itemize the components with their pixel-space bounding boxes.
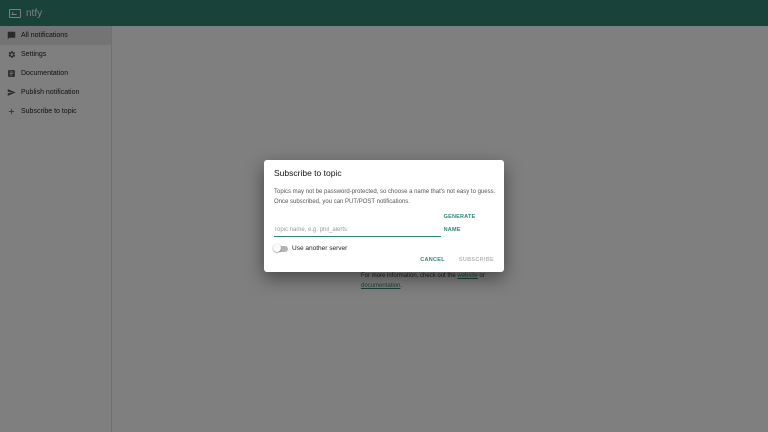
subscribe-button[interactable]: SUBSCRIBE	[459, 257, 494, 263]
another-server-toggle[interactable]	[273, 244, 288, 252]
cancel-button[interactable]: CANCEL	[420, 257, 445, 263]
another-server-row: Use another server	[273, 244, 494, 252]
generate-name-button[interactable]: GENERATE NAME	[444, 211, 494, 237]
toggle-knob	[273, 244, 281, 252]
another-server-label: Use another server	[292, 245, 348, 252]
dialog-title: Subscribe to topic	[274, 168, 342, 178]
subscribe-dialog: Subscribe to topic Topics may not be pas…	[264, 160, 504, 272]
dialog-actions: CANCEL SUBSCRIBE	[406, 257, 494, 263]
topic-row: GENERATE NAME	[274, 211, 494, 237]
dialog-description: Topics may not be password-protected, so…	[274, 189, 496, 205]
topic-name-input[interactable]	[274, 224, 441, 237]
